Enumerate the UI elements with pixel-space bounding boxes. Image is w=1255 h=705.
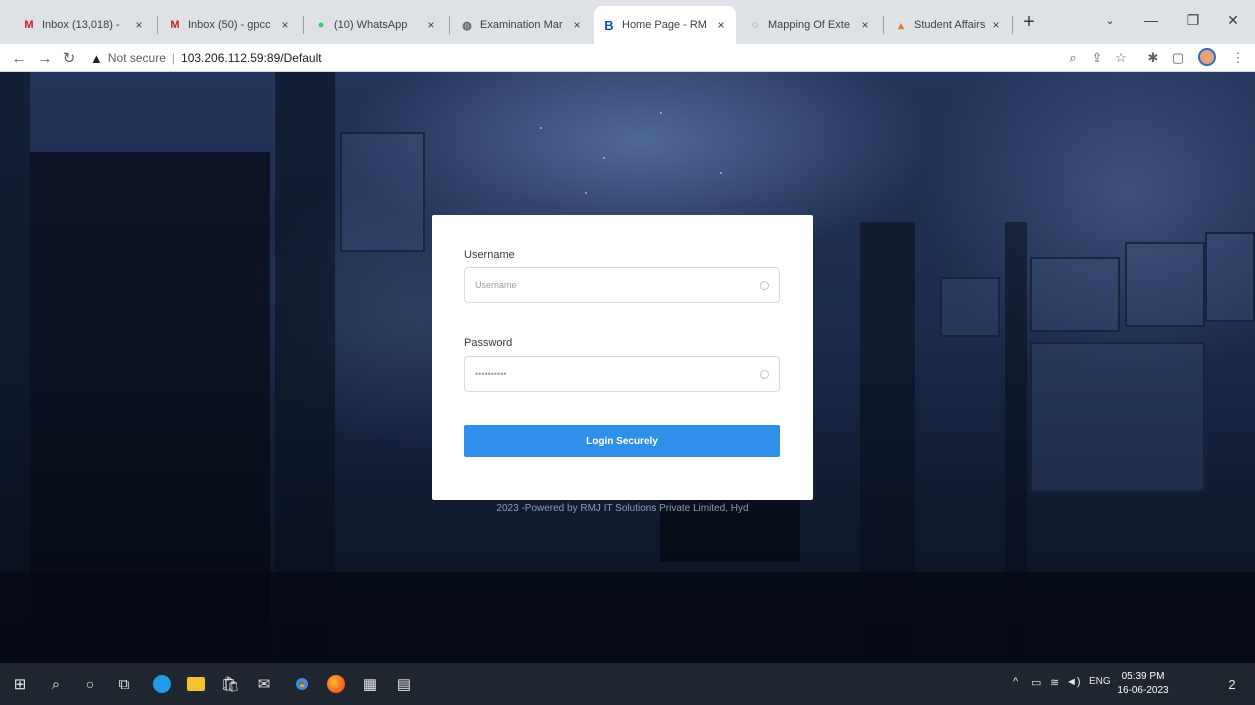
- back-icon[interactable]: ←: [8, 47, 30, 69]
- login-button[interactable]: Login Securely: [464, 425, 780, 457]
- zoom-icon[interactable]: ⌕: [1063, 48, 1083, 68]
- firefox-icon[interactable]: [324, 672, 348, 696]
- password-label: Password: [464, 337, 513, 349]
- browser-toolbar: ← → ↻ ▲ Not secure | 103.206.112.59:89/D…: [0, 44, 1255, 72]
- close-tab-icon[interactable]: ×: [714, 18, 728, 32]
- background-window: [1205, 232, 1255, 322]
- forward-icon[interactable]: →: [34, 47, 56, 69]
- whatsapp-icon: ●: [317, 19, 325, 31]
- username-label: Username: [464, 249, 515, 261]
- gmail-icon: M: [170, 19, 180, 31]
- close-tab-icon[interactable]: ×: [858, 18, 872, 32]
- gmail-icon: M: [24, 19, 34, 31]
- background-star: [720, 172, 722, 174]
- browser-tab[interactable]: ▴ Student Affairs ×: [886, 6, 1011, 44]
- notifications-icon[interactable]: 2: [1220, 672, 1244, 696]
- background-star: [603, 157, 605, 159]
- calculator-icon[interactable]: ▦: [358, 672, 382, 696]
- file-explorer-icon[interactable]: [184, 672, 208, 696]
- mail-icon[interactable]: ✉: [252, 672, 276, 696]
- close-tab-icon[interactable]: ×: [278, 18, 292, 32]
- background-floor: [0, 572, 1255, 663]
- tab-title: Student Affairs: [914, 19, 985, 31]
- browser-tab[interactable]: ◌ Mapping Of Exte ×: [740, 6, 880, 44]
- tab-title: Home Page - RM: [622, 19, 707, 31]
- edge-icon[interactable]: [150, 672, 174, 696]
- background-window: [1125, 242, 1205, 327]
- close-tab-icon[interactable]: ×: [570, 18, 584, 32]
- chrome-icon[interactable]: [290, 672, 314, 696]
- background-star: [660, 112, 662, 114]
- search-icon[interactable]: ⌕: [44, 672, 68, 696]
- student-affairs-icon: ▴: [898, 19, 904, 32]
- password-field[interactable]: [464, 356, 780, 392]
- task-view-icon[interactable]: ⧉: [112, 672, 136, 696]
- volume-icon[interactable]: ◄): [1066, 676, 1081, 688]
- background-window: [1030, 257, 1120, 332]
- password-input[interactable]: [475, 369, 760, 379]
- store-icon[interactable]: 🛍: [218, 672, 242, 696]
- new-tab-button[interactable]: +: [1017, 10, 1041, 34]
- login-page: Username Password Login Securely 2023 -P…: [0, 72, 1255, 663]
- divider: |: [171, 51, 176, 65]
- bookmark-star-icon[interactable]: ☆: [1111, 48, 1131, 68]
- username-field[interactable]: [464, 267, 780, 303]
- show-hidden-icons[interactable]: ^: [1013, 676, 1018, 688]
- b-logo-icon: B: [604, 17, 614, 33]
- side-panel-icon[interactable]: ▢: [1168, 48, 1188, 68]
- background-star: [585, 192, 587, 194]
- restore-button[interactable]: ❐: [1178, 8, 1208, 32]
- browser-tab[interactable]: M Inbox (13,018) - ×: [14, 6, 154, 44]
- loading-icon: ◌: [751, 19, 759, 31]
- address-bar[interactable]: ▲ Not secure | 103.206.112.59:89/Default: [90, 46, 1040, 70]
- close-tab-icon[interactable]: ×: [989, 18, 1003, 32]
- tab-title: Inbox (13,018) -: [42, 19, 120, 31]
- close-tab-icon[interactable]: ×: [424, 18, 438, 32]
- background-window: [340, 132, 425, 252]
- extensions-icon[interactable]: ✱: [1143, 48, 1163, 68]
- menu-icon[interactable]: ⋮: [1228, 48, 1248, 68]
- security-label: Not secure: [107, 51, 166, 65]
- background-star: [540, 127, 542, 129]
- clock-date: 16-06-2023: [1117, 685, 1169, 696]
- clock-time: 05:39 PM: [1121, 671, 1165, 682]
- minimize-button[interactable]: —: [1136, 8, 1166, 32]
- windows-start-icon[interactable]: ⊞: [8, 672, 32, 696]
- close-window-button[interactable]: ✕: [1218, 8, 1248, 32]
- tab-title: Mapping Of Exte: [768, 19, 850, 31]
- footer-text: 2023 -Powered by RMJ IT Solutions Privat…: [496, 503, 749, 514]
- share-icon[interactable]: ⇪: [1087, 48, 1107, 68]
- background-window: [940, 277, 1000, 337]
- browser-tab-strip: M Inbox (13,018) - × M Inbox (50) - gpcc…: [0, 0, 1255, 44]
- tab-title: (10) WhatsApp: [334, 19, 408, 31]
- battery-icon[interactable]: ▭: [1031, 676, 1041, 689]
- url-text: 103.206.112.59:89/Default: [181, 51, 322, 65]
- taskbar: ⊞ ⌕ ○ ⧉ 🛍 ✉ ▦ ▤ ^ ▭ ≋ ◄) ENG 05:39 PM 16…: [0, 663, 1255, 705]
- notepad-icon[interactable]: ▤: [392, 672, 416, 696]
- tab-title: Inbox (50) - gpcc: [188, 19, 271, 31]
- login-card: Username Password Login Securely: [432, 215, 813, 500]
- username-input[interactable]: [475, 280, 760, 290]
- language-indicator[interactable]: ENG: [1089, 676, 1111, 687]
- profile-avatar[interactable]: [1198, 48, 1216, 66]
- browser-tab[interactable]: ◍ Examination Mar ×: [452, 6, 592, 44]
- browser-tab[interactable]: M Inbox (50) - gpcc ×: [160, 6, 300, 44]
- clock[interactable]: 05:39 PM 16-06-2023: [1116, 670, 1170, 698]
- cortana-icon[interactable]: ○: [78, 672, 102, 696]
- browser-tab[interactable]: ● (10) WhatsApp ×: [306, 6, 446, 44]
- user-icon: [760, 280, 769, 290]
- globe-icon: ◍: [462, 19, 472, 32]
- warning-icon: ▲: [90, 50, 103, 66]
- tab-search-icon[interactable]: ⌄: [1095, 8, 1125, 32]
- browser-tab-active[interactable]: B Home Page - RM ×: [594, 6, 736, 44]
- wifi-icon[interactable]: ≋: [1050, 676, 1059, 689]
- lock-icon: [760, 369, 769, 379]
- notification-count: 2: [1228, 676, 1236, 692]
- tab-title: Examination Mar: [480, 19, 563, 31]
- close-tab-icon[interactable]: ×: [132, 18, 146, 32]
- reload-icon[interactable]: ↻: [58, 47, 80, 69]
- background-window: [1030, 342, 1205, 492]
